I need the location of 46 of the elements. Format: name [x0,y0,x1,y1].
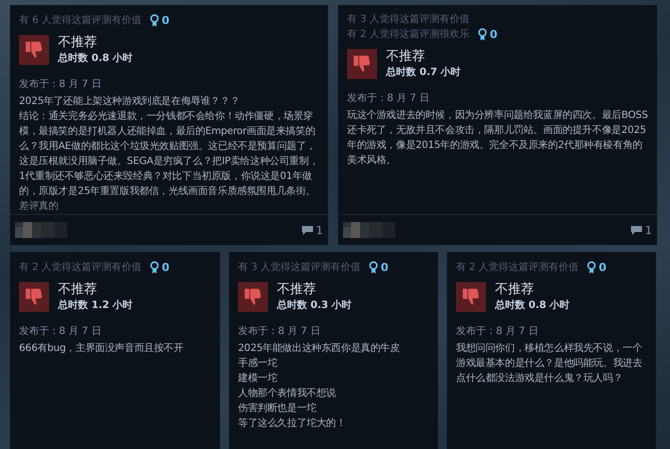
verdict-title: 不推荐 [58,282,98,298]
helpful-count: 有 6 人觉得这篇评测有价值 [19,15,142,27]
award-count: 0 [162,14,170,27]
helpful-count: 有 2 人觉得这篇评测很欢乐 [347,29,470,41]
award-count: 0 [380,261,388,274]
review-text: 手感一坨 [238,356,278,371]
playtime: 总时数 0.3 小时 [277,298,352,312]
award-count: 0 [490,28,498,41]
award-icon[interactable] [368,261,378,274]
verdict-title: 不推荐 [495,282,535,298]
helpful-count: 有 2 人觉得这篇评测有价值 [456,262,579,274]
post-date: 发布于：8 月 7 日 [347,92,430,105]
review-text: 等了这么久拉了坨大的！ [238,416,347,431]
review-text: 我想问问你们，移植怎么样我先不说，一个游戏最基本的是什么？是他吗能玩。我进去点什么都没法游戏是什么鬼？玩人吗？ [456,342,644,386]
post-date: 发布于：8 月 7 日 [238,325,322,338]
verdict-title: 不推荐 [386,49,426,65]
post-date: 发布于：8 月 7 日 [19,78,102,91]
review-text: 伤害判断也是一坨 [238,402,318,416]
post-date: 发布于：8 月 7 日 [456,325,540,338]
verdict-title: 不推荐 [277,282,317,298]
award-icon[interactable] [150,261,159,274]
award-icon[interactable] [478,28,487,41]
comment-count: 1 [645,224,652,236]
review-text: 人物那个表情我不想说 [238,386,338,401]
helpful-count: 有 2 人觉得这篇评测有价值 [19,262,142,274]
review-text: 2025年了还能上架这种游戏到底是在侮辱谁？？？ [19,94,241,109]
comment-icon[interactable] [301,224,314,236]
verdict-title: 不推荐 [58,35,98,51]
helpful-count: 有 3 人觉得这篇评测有价值 [238,262,361,274]
award-icon[interactable] [586,261,596,274]
post-date: 发布于：8 月 7 日 [19,325,102,338]
review-text: 结论：通关完务必光速退款，一分钱都不会给你！动作僵硬，场景穿模，最搞笑的是打机器人还能掉血，最后的Emperor画面是来搞笑的么？我用AE做的都比这个垃圾光效贴图强。这已经不是预算问题了，这是压根就没用脑子做。SEGA是穷疯了么？把IP卖给这种公司重制，1代重制还不够恶心还来毁经典？对比下当初原版，你说这是01年做的，原版才是25年重置版我都信，光线画面音乐质感氛围甩几条街。差评真的 [19,110,319,214]
award-count: 0 [598,261,606,274]
review-text: 建模一坨 [238,372,278,386]
playtime: 总时数 1.2 小时 [58,298,133,312]
review-text: 666有bug，主界面没声音而且按不开 [19,342,184,356]
playtime: 总时数 0.7 小时 [386,66,461,79]
review-text: 玩这个游戏进去的时候，因为分辨率问题给我蓝屏的四次。最后BOSS还卡死了，无敌并且不会攻击，隔那儿罚站。画面的提升不像是2025年的游戏，像是2015年的游戏。完全不及原来的2代那种有棱有角的美术风格。 [347,108,648,168]
playtime: 总时数 0.8 小时 [495,298,570,312]
comment-icon[interactable] [630,224,643,236]
review-text: 2025年能做出这种东西你是真的牛皮 [238,342,401,356]
award-count: 0 [162,261,170,274]
comment-count: 1 [316,224,323,236]
award-icon[interactable] [150,14,159,27]
helpful-count: 有 3 人觉得这篇评测有价值 [347,14,470,26]
playtime: 总时数 0.8 小时 [58,52,133,65]
